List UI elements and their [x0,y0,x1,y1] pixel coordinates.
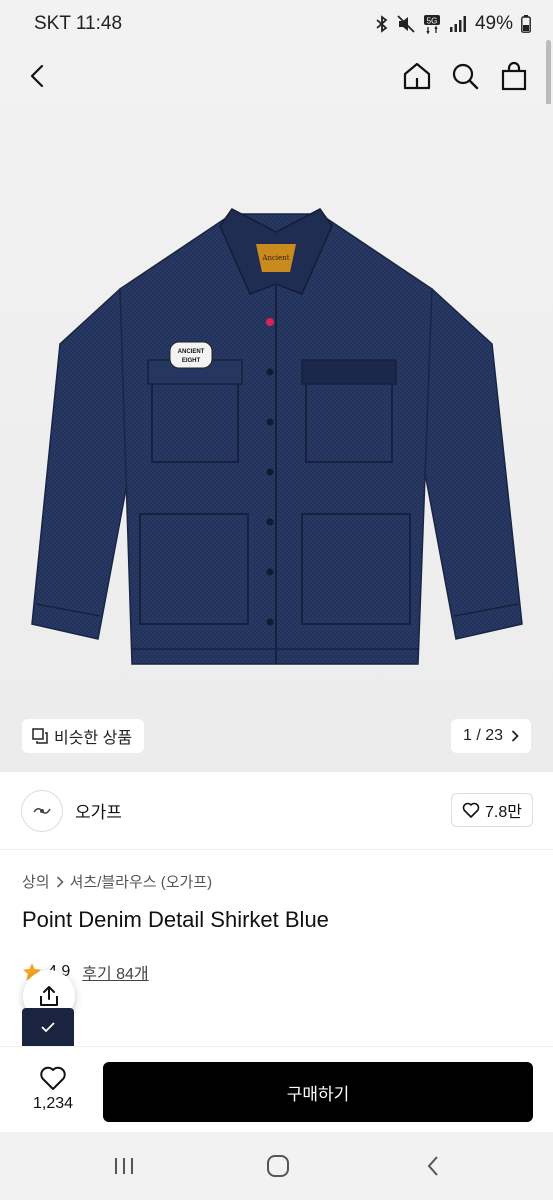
recent-apps-button[interactable] [94,1146,154,1186]
search-button[interactable] [445,56,485,96]
recent-apps-icon [115,1158,133,1174]
chevron-right-icon [511,730,519,742]
heart-icon [462,802,480,818]
purchase-bar: 1,234 구매하기 [0,1046,553,1132]
svg-text:EIGHT: EIGHT [182,358,201,364]
heart-icon [40,1066,66,1090]
selected-option-thumbnail[interactable] [22,1008,74,1046]
breadcrumb-subcategory[interactable]: 셔츠/블라우스 (오가프) [70,871,213,892]
copy-icon [32,728,48,744]
home-button[interactable] [397,56,437,96]
brand-name[interactable]: 오가프 [75,798,122,823]
status-bar: SKT 11:48 5G 49% [0,0,553,48]
brand-logo[interactable] [21,789,63,832]
svg-text:5G: 5G [427,17,438,26]
product-title: Point Denim Detail Shirket Blue [22,907,329,932]
back-button[interactable] [18,56,58,96]
image-page-counter[interactable]: 1 / 23 [450,719,531,753]
shopping-bag-icon [501,61,527,91]
search-icon [452,63,479,90]
5g-icon: 5G [423,15,440,34]
brand-row: 오가프 7.8만 [0,772,553,850]
brand-like-count: 7.8만 [485,804,522,821]
status-icons: 5G 49% [375,13,531,35]
system-navigation-bar [0,1132,553,1200]
bluetooth-icon [376,15,388,33]
denim-shirt-jacket-image: Ancient ANCIENT EIGHT [31,208,523,665]
wishlist-button[interactable]: 1,234 [22,1065,84,1113]
carrier-time: SKT 11:48 [34,13,123,34]
product-image-gallery[interactable]: Ancient ANCIENT EIGHT 비슷한 상품 1 / 23 [0,104,553,772]
similar-products-label: 비슷한 상품 [54,730,133,747]
reviews-link[interactable]: 후기 84개 [82,960,148,984]
share-icon [40,986,58,1006]
svg-text:ANCIENT: ANCIENT [178,349,205,355]
page-counter-text: 1 / 23 [462,727,503,744]
back-icon [30,64,44,88]
back-system-button[interactable] [403,1146,463,1186]
similar-products-button[interactable]: 비슷한 상품 [22,719,145,753]
buy-button[interactable]: 구매하기 [103,1062,533,1122]
battery-icon [521,15,531,33]
chevron-right-icon [56,875,64,888]
top-nav [0,48,553,104]
check-icon [41,1022,55,1033]
home-system-button[interactable] [248,1146,308,1186]
battery-percent: 49% [474,13,513,34]
svg-text:Ancient: Ancient [261,254,289,262]
cart-button[interactable] [494,56,534,96]
back-arrow-icon [427,1156,438,1176]
home-circle-icon [267,1155,289,1177]
signal-icon [449,16,466,32]
brand-logo-icon [33,807,51,814]
breadcrumb: 상의 셔츠/블라우스 (오가프) [22,871,212,892]
brand-like-button[interactable]: 7.8만 [451,793,533,827]
mute-icon [397,15,415,33]
home-icon [403,62,431,90]
breadcrumb-category[interactable]: 상의 [22,871,50,892]
wishlist-count: 1,234 [32,1095,74,1112]
